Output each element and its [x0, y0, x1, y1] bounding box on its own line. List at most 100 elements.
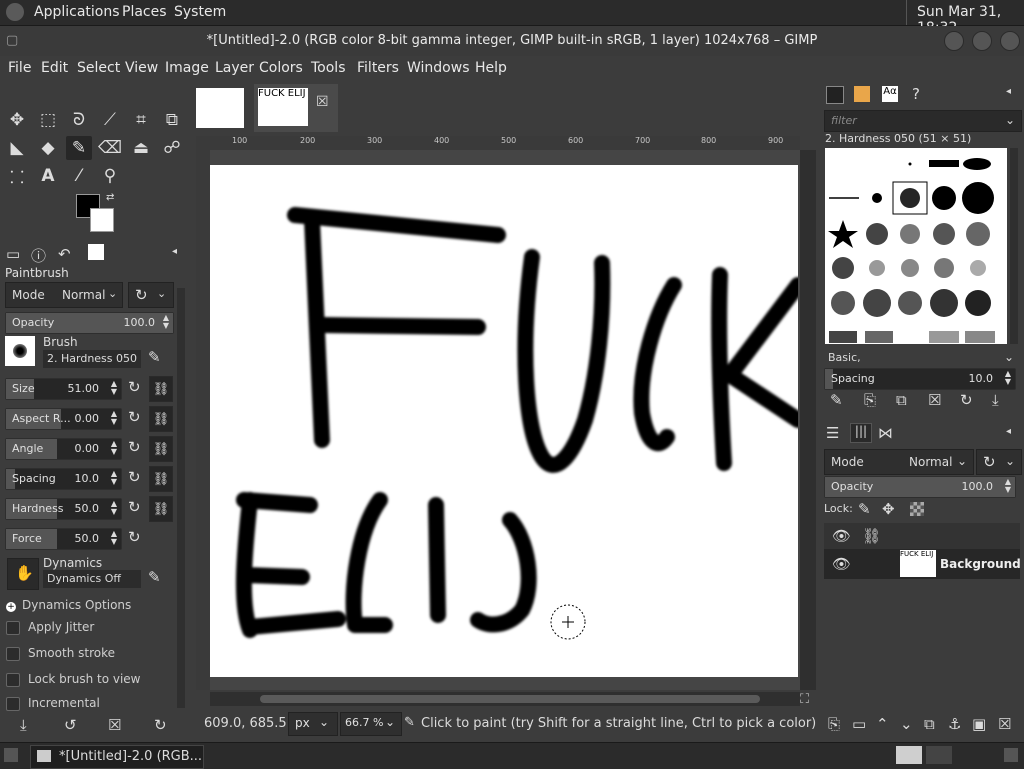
image-tab-blank[interactable] — [196, 88, 244, 128]
bucket-fill-tool-icon[interactable]: ◆ — [35, 136, 61, 160]
paintbrush-tool-icon[interactable]: ✎ — [66, 136, 92, 160]
spacing-link-icon[interactable]: ⛓ — [149, 466, 173, 492]
brush-spacing-slider[interactable]: Spacing 10.0 ▲ ▼ — [824, 368, 1016, 390]
image-canvas[interactable] — [210, 165, 798, 677]
spinner-icon[interactable]: ▲ ▼ — [111, 500, 117, 516]
brush-filter-input[interactable]: filter ⌄ — [824, 110, 1022, 132]
applications-menu[interactable]: Applications — [34, 4, 120, 20]
taskbar-window-button[interactable]: *[Untitled]-2.0 (RGB... — [30, 745, 204, 769]
maximize-button[interactable] — [972, 31, 992, 51]
delete-layer-icon[interactable]: ☒ — [998, 715, 1011, 733]
spinner-icon[interactable]: ▲ ▼ — [1005, 478, 1011, 494]
horizontal-ruler[interactable]: 100 200 300 400 500 600 700 800 900 — [210, 136, 800, 151]
layer-row-background[interactable]: 👁 FUCK ELIJ Background — [824, 549, 1021, 579]
raise-layer-icon[interactable]: ⌃ — [876, 715, 889, 733]
menu-view[interactable]: View — [125, 60, 158, 76]
show-desktop-icon[interactable] — [4, 748, 18, 762]
menu-help[interactable]: Help — [475, 60, 507, 76]
aspect-ratio-slider[interactable]: Aspect R... 0.00 ▲ ▼ — [5, 408, 122, 430]
system-menu[interactable]: System — [174, 4, 226, 20]
configure-tab-icon[interactable]: ◂ — [1006, 86, 1011, 97]
configure-tab-icon[interactable]: ◂ — [172, 246, 177, 257]
vertical-ruler[interactable] — [196, 150, 210, 690]
brush-preset-select[interactable]: Basic, ⌄ — [824, 348, 1020, 368]
minimize-button[interactable] — [944, 31, 964, 51]
edit-brush-icon[interactable]: ✎ — [830, 391, 843, 409]
patterns-tab-icon[interactable] — [854, 86, 870, 102]
options-scrollbar[interactable] — [177, 288, 185, 708]
clone-tool-icon[interactable]: ⏏ — [128, 136, 154, 160]
new-brush-icon[interactable]: ⎘ — [864, 391, 876, 409]
scroll-thumb[interactable] — [260, 695, 760, 703]
zoom-select[interactable]: 66.7 % ⌄ — [340, 712, 402, 736]
menu-layer[interactable]: Layer — [215, 60, 254, 76]
help-tab-icon[interactable]: ? — [912, 85, 920, 103]
navigate-icon[interactable]: ⛶ — [800, 692, 809, 707]
paths-tool-icon[interactable]: ⸬ — [4, 164, 30, 188]
restore-options-icon[interactable]: ↺ — [64, 716, 77, 734]
menu-tools[interactable]: Tools — [311, 60, 346, 76]
angle-reset-icon[interactable]: ↻ — [128, 438, 141, 456]
spinner-icon[interactable]: ▲ ▼ — [111, 530, 117, 546]
size-slider[interactable]: Size 51.00 ▲ ▼ — [5, 378, 122, 400]
text-tool-icon[interactable]: A — [35, 164, 61, 188]
crop-tool-icon[interactable]: ⌗ — [128, 108, 154, 132]
brush-grid-scrollbar[interactable] — [1010, 148, 1018, 344]
close-button[interactable] — [1000, 31, 1020, 51]
new-layer-icon[interactable]: ⎘ — [828, 715, 840, 733]
layer-name[interactable]: Background — [940, 557, 1021, 571]
spinner-icon[interactable]: ▲ ▼ — [163, 314, 169, 330]
open-brush-file-icon[interactable]: ⤓ — [992, 391, 999, 409]
hardness-link-icon[interactable]: ⛓ — [149, 496, 173, 522]
layer-mode-reset-select[interactable]: ↻ ⌄ — [976, 449, 1022, 475]
layer-opacity-slider[interactable]: Opacity 100.0 ▲ ▼ — [824, 476, 1016, 498]
tool-options-tab-icon[interactable]: ▭ — [6, 245, 20, 263]
duplicate-brush-icon[interactable]: ⧉ — [896, 391, 907, 409]
device-status-tab-icon[interactable]: ⓘ — [31, 245, 46, 266]
workspace-1[interactable] — [896, 746, 922, 764]
force-reset-icon[interactable]: ↻ — [128, 528, 141, 546]
size-link-icon[interactable]: ⛓ — [149, 376, 173, 402]
spacing-slider[interactable]: Spacing 10.0 ▲ ▼ — [5, 468, 122, 490]
image-tab-active[interactable]: FUCK ELIJ ☒ — [254, 84, 338, 132]
menu-image[interactable]: Image — [165, 60, 209, 76]
delete-brush-icon[interactable]: ☒ — [928, 391, 941, 409]
mode-select[interactable]: Mode Normal ⌄ — [5, 282, 123, 308]
apply-jitter-checkbox[interactable]: Apply Jitter — [6, 620, 94, 635]
places-menu[interactable]: Places — [122, 4, 167, 20]
zoom-tool-icon[interactable]: ⚲ — [97, 164, 123, 188]
mask-layer-icon[interactable]: ▣ — [972, 715, 986, 733]
spinner-icon[interactable]: ▲ ▼ — [1005, 370, 1011, 386]
size-reset-icon[interactable]: ↻ — [128, 378, 141, 396]
aspect-reset-icon[interactable]: ↻ — [128, 408, 141, 426]
swap-colors-icon[interactable]: ⇄ — [106, 192, 114, 203]
window-titlebar[interactable]: ▢ *[Untitled]-2.0 (RGB color 8-bit gamma… — [0, 26, 1024, 57]
eraser-tool-icon[interactable]: ⌫ — [97, 136, 123, 160]
menu-colors[interactable]: Colors — [259, 60, 303, 76]
smooth-stroke-checkbox[interactable]: Smooth stroke — [6, 646, 115, 661]
brushes-tab-icon[interactable] — [826, 86, 844, 104]
paths-tab-icon[interactable]: ⋈ — [878, 424, 893, 442]
quick-mask-corner[interactable] — [196, 136, 210, 150]
fonts-tab-icon[interactable]: Aα — [882, 86, 898, 102]
unit-select[interactable]: px ⌄ — [288, 712, 338, 736]
fuzzy-select-tool-icon[interactable]: ⟋ — [97, 108, 123, 132]
color-picker-tool-icon[interactable]: ⁄ — [66, 164, 92, 188]
channels-tab-icon[interactable]: ||| — [850, 423, 872, 443]
horizontal-scrollbar[interactable] — [210, 692, 800, 706]
refresh-brushes-icon[interactable]: ↻ — [960, 391, 973, 409]
delete-options-icon[interactable]: ☒ — [108, 716, 121, 734]
opacity-slider[interactable]: Opacity 100.0 ▲ ▼ — [5, 312, 174, 334]
lock-position-icon[interactable]: ✥ — [882, 500, 895, 518]
menu-select[interactable]: Select — [77, 60, 120, 76]
lock-pixels-icon[interactable]: ✎ — [858, 500, 871, 518]
lower-layer-icon[interactable]: ⌄ — [900, 715, 913, 733]
rect-select-tool-icon[interactable]: ⬚ — [35, 108, 61, 132]
spacing-reset-icon[interactable]: ↻ — [128, 468, 141, 486]
layers-tab-icon[interactable]: ☰ — [826, 424, 839, 442]
configure-tab-icon[interactable]: ◂ — [1006, 426, 1011, 437]
edit-dynamics-icon[interactable]: ✎ — [148, 568, 161, 586]
aspect-link-icon[interactable]: ⛓ — [149, 406, 173, 432]
undo-history-tab-icon[interactable]: ↶ — [58, 245, 71, 263]
brush-preview[interactable] — [5, 336, 35, 366]
